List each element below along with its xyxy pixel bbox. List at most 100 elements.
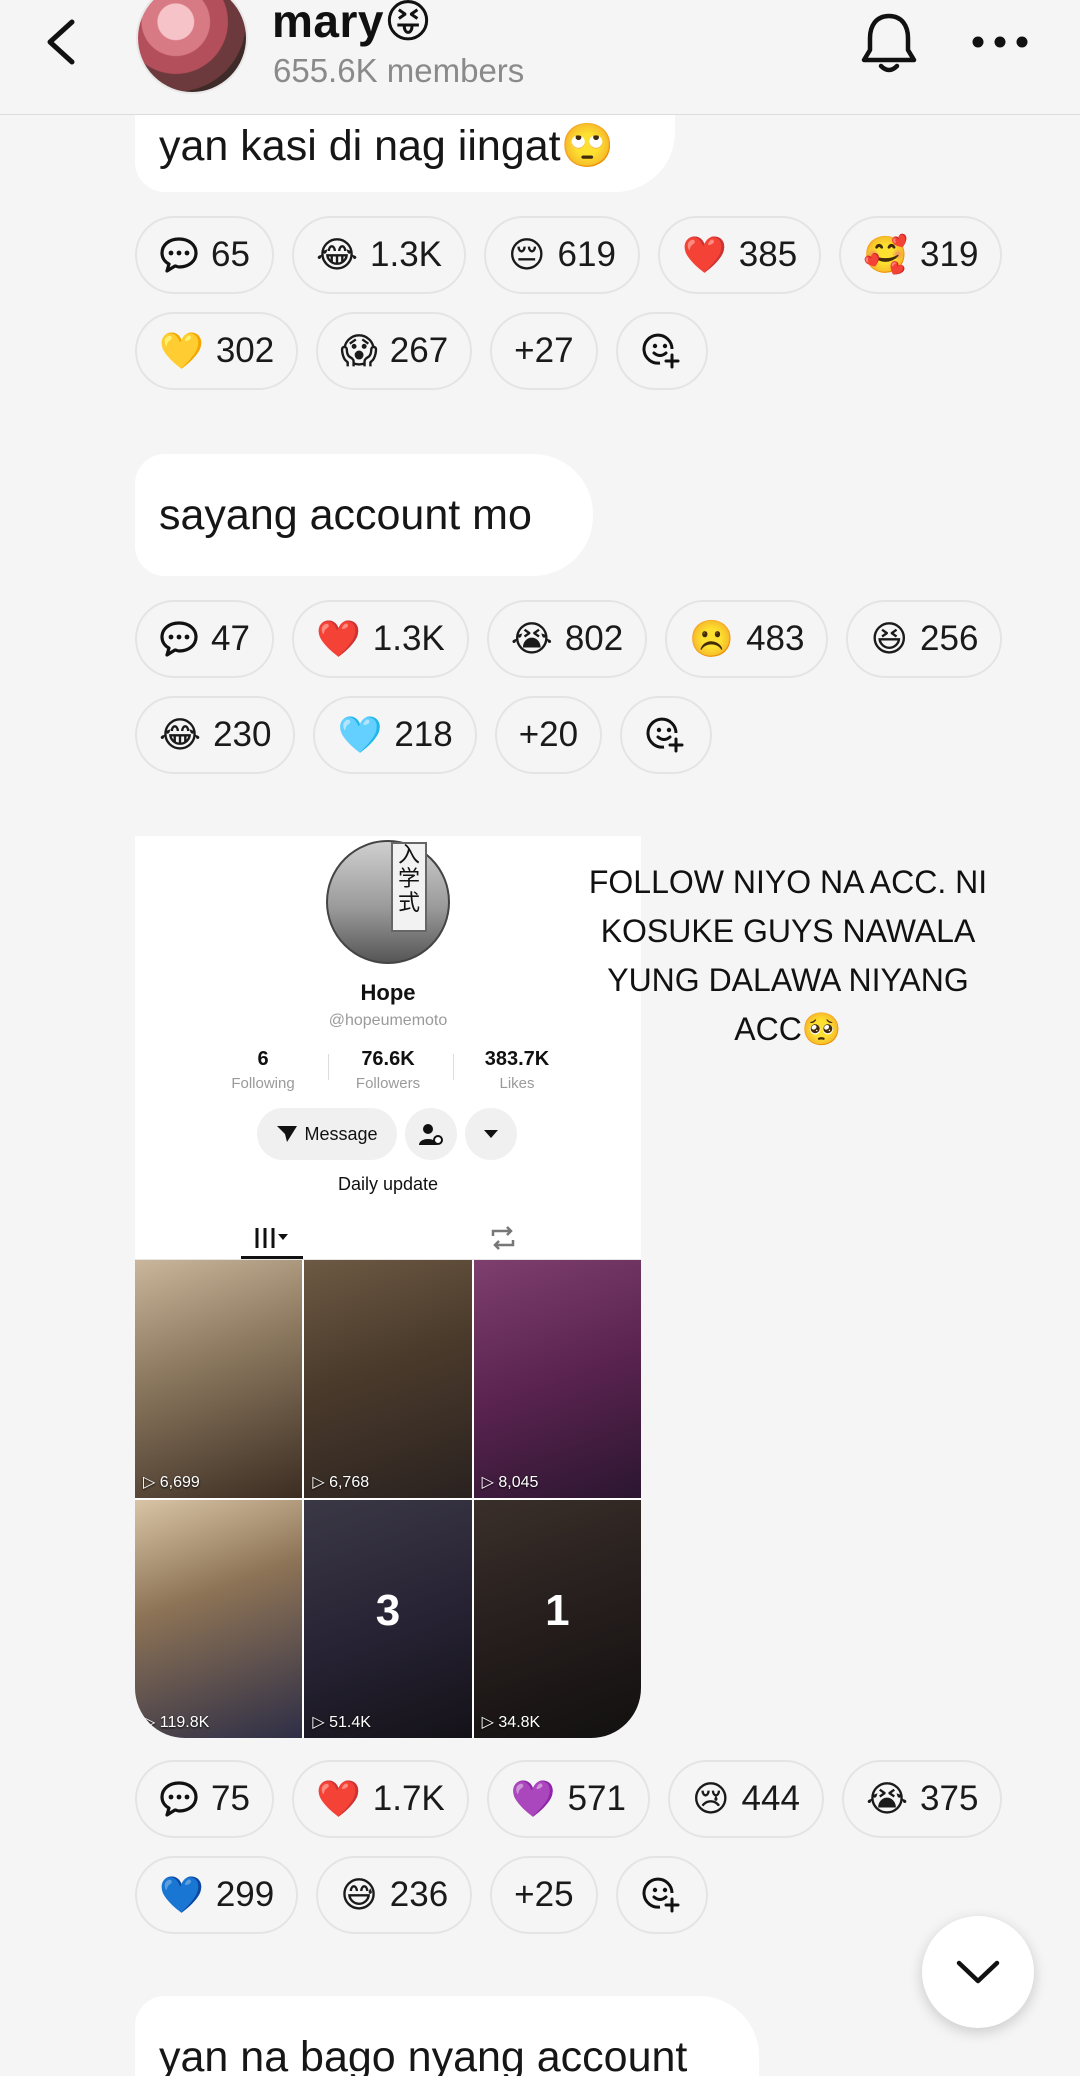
reaction-chip[interactable]: 😭 375: [841, 1760, 1003, 1838]
reaction-chip[interactable]: 😔 619: [484, 216, 640, 294]
reaction-row: 💛 302 😱 267 +27: [135, 312, 708, 390]
reaction-chip[interactable]: 🩵 218: [313, 696, 477, 774]
message-bubble[interactable]: sayang account mo: [135, 454, 593, 576]
notifications-button[interactable]: [858, 10, 920, 76]
message-bubble[interactable]: yan na bago nyang account: [135, 1996, 759, 2076]
laughing-crying-emoji-icon: 😂: [315, 234, 359, 275]
reaction-chip[interactable]: ☹️ 483: [665, 600, 829, 678]
reaction-chip[interactable]: ❤️ 1.3K: [291, 600, 469, 678]
bell-icon: [861, 13, 917, 73]
video-tile: ▷ 6,699: [135, 1260, 303, 1498]
profile-name: Hope: [360, 980, 416, 1005]
red-heart-emoji-icon: ❤️: [315, 1778, 361, 1819]
more-options-button[interactable]: [970, 24, 1030, 60]
back-arrow-icon: [47, 19, 75, 65]
view-count: ▷ 6,699: [143, 1474, 200, 1491]
more-reactions-chip[interactable]: +25: [490, 1856, 598, 1934]
pensive-emoji-icon: 😔: [508, 234, 546, 275]
group-avatar[interactable]: [136, 0, 248, 94]
smiling-hearts-emoji-icon: 🥰: [863, 234, 909, 275]
red-heart-emoji-icon: ❤️: [315, 618, 361, 659]
yellow-heart-emoji-icon: 💛: [159, 330, 204, 371]
video-grid: ▷ 6,699 ▷ 6,768 ▷ 8,045 ▷ 119.8K 3 ▷ 51.…: [135, 1260, 641, 1738]
person-gear-icon: [419, 1124, 443, 1145]
reaction-chip[interactable]: ❤️ 385: [657, 216, 822, 294]
comment-icon: [160, 237, 198, 273]
stat-followers: 76.6K Followers: [355, 1048, 421, 1092]
video-tile: ▷ 8,045: [473, 1260, 641, 1498]
more-reactions-chip[interactable]: +27: [490, 312, 598, 390]
add-reaction-button[interactable]: [620, 696, 713, 774]
reaction-chip[interactable]: 😂 230: [135, 696, 296, 774]
screaming-emoji-icon: 😱: [340, 330, 378, 371]
shared-profile-screenshot[interactable]: 入学式 Hope @hopeumemoto 6 Following 76.6K …: [135, 836, 641, 1738]
scroll-to-bottom-button[interactable]: [922, 1916, 1034, 2028]
image-caption: FOLLOW NIYO NA ACC. NI KOSUKE GUYS NAWAL…: [588, 864, 988, 1047]
comment-count-chip[interactable]: 75: [135, 1760, 274, 1838]
crying-emoji-icon: 😢: [692, 1778, 730, 1819]
add-reaction-icon: [642, 333, 680, 369]
reaction-chip[interactable]: 😢 444: [668, 1760, 824, 1838]
reaction-chip[interactable]: 😂 1.3K: [291, 216, 467, 294]
reaction-chip[interactable]: 😆 256: [846, 600, 1003, 678]
red-heart-emoji-icon: ❤️: [681, 234, 727, 275]
add-reaction-icon: [642, 1877, 680, 1913]
reaction-chip[interactable]: 💛 302: [135, 312, 299, 390]
video-tile: ▷ 6,768: [304, 1260, 472, 1498]
loudly-crying-emoji-icon: 😭: [510, 618, 553, 659]
frowning-emoji-icon: ☹️: [689, 618, 735, 659]
profile-handle: @hopeumemoto: [328, 1012, 448, 1029]
reaction-chip[interactable]: 🥰 319: [839, 216, 1003, 294]
laughing-crying-emoji-icon: 😂: [159, 714, 202, 755]
more-dots-icon: [972, 36, 1028, 48]
sweat-smile-emoji-icon: 😅: [340, 1874, 378, 1915]
more-reactions-chip[interactable]: +20: [494, 696, 603, 774]
reaction-chip[interactable]: 😅 236: [316, 1856, 473, 1934]
stat-likes: 383.7K Likes: [484, 1048, 550, 1092]
message-text: yan na bago nyang account: [159, 2033, 688, 2076]
view-count: ▷ 8,045: [481, 1474, 539, 1491]
reaction-row: 65 😂 1.3K 😔 619 ❤️ 385 🥰 319: [135, 216, 1003, 294]
light-blue-heart-emoji-icon: 🩵: [337, 714, 383, 755]
active-tab-indicator: [241, 1256, 303, 1259]
reaction-row: 💙 299 😅 236 +25: [135, 1856, 708, 1934]
reaction-chip[interactable]: 😭 802: [486, 600, 648, 678]
send-icon: [277, 1126, 298, 1142]
profile-bio: Daily update: [337, 1174, 439, 1194]
group-name[interactable]: mary😝: [272, 0, 432, 48]
repost-icon: [491, 1226, 515, 1250]
comment-count-chip[interactable]: 47: [135, 600, 274, 678]
add-reaction-icon: [646, 717, 684, 753]
comment-icon: [160, 621, 198, 657]
message-text: yan kasi di nag iingat🙄: [159, 121, 615, 170]
reaction-chip[interactable]: ❤️ 1.7K: [291, 1760, 469, 1838]
follow-settings-button: [405, 1108, 457, 1160]
member-count: 655.6K members: [273, 52, 525, 89]
chevron-down-icon: [956, 1960, 1000, 1984]
chat-header: mary😝 655.6K members: [0, 0, 1080, 115]
reaction-chip[interactable]: 💙 299: [135, 1856, 299, 1934]
video-tile: 3 ▷ 51.4K: [304, 1500, 472, 1738]
profile-picture: [326, 840, 450, 964]
stat-following: 6 Following: [231, 1048, 295, 1092]
add-reaction-button[interactable]: [615, 312, 708, 390]
view-count: ▷ 34.8K: [481, 1714, 541, 1731]
ceremony-sign: 入学式: [391, 842, 427, 932]
video-tile: 1 ▷ 34.8K: [473, 1500, 641, 1738]
back-button[interactable]: [38, 14, 88, 70]
reaction-row: 47 ❤️ 1.3K 😭 802 ☹️ 483 😆 256: [135, 600, 1003, 678]
divider: [453, 1054, 454, 1080]
reaction-chip[interactable]: 💜 571: [486, 1760, 650, 1838]
add-reaction-button[interactable]: [615, 1856, 708, 1934]
dropdown-button: [465, 1108, 517, 1160]
purple-heart-emoji-icon: 💜: [510, 1778, 556, 1819]
comment-count-chip[interactable]: 65: [135, 216, 274, 294]
reaction-chip[interactable]: 😱 267: [316, 312, 473, 390]
view-count: ▷ 119.8K: [143, 1714, 210, 1731]
grinning-squinting-emoji-icon: 😆: [870, 618, 909, 659]
profile-tabs: [135, 1216, 641, 1260]
caret-down-icon: [484, 1130, 498, 1138]
view-count: ▷ 6,768: [312, 1474, 370, 1491]
reaction-row: 75 ❤️ 1.7K 💜 571 😢 444 😭 375: [135, 1760, 1003, 1838]
message-button: Message: [257, 1108, 397, 1160]
